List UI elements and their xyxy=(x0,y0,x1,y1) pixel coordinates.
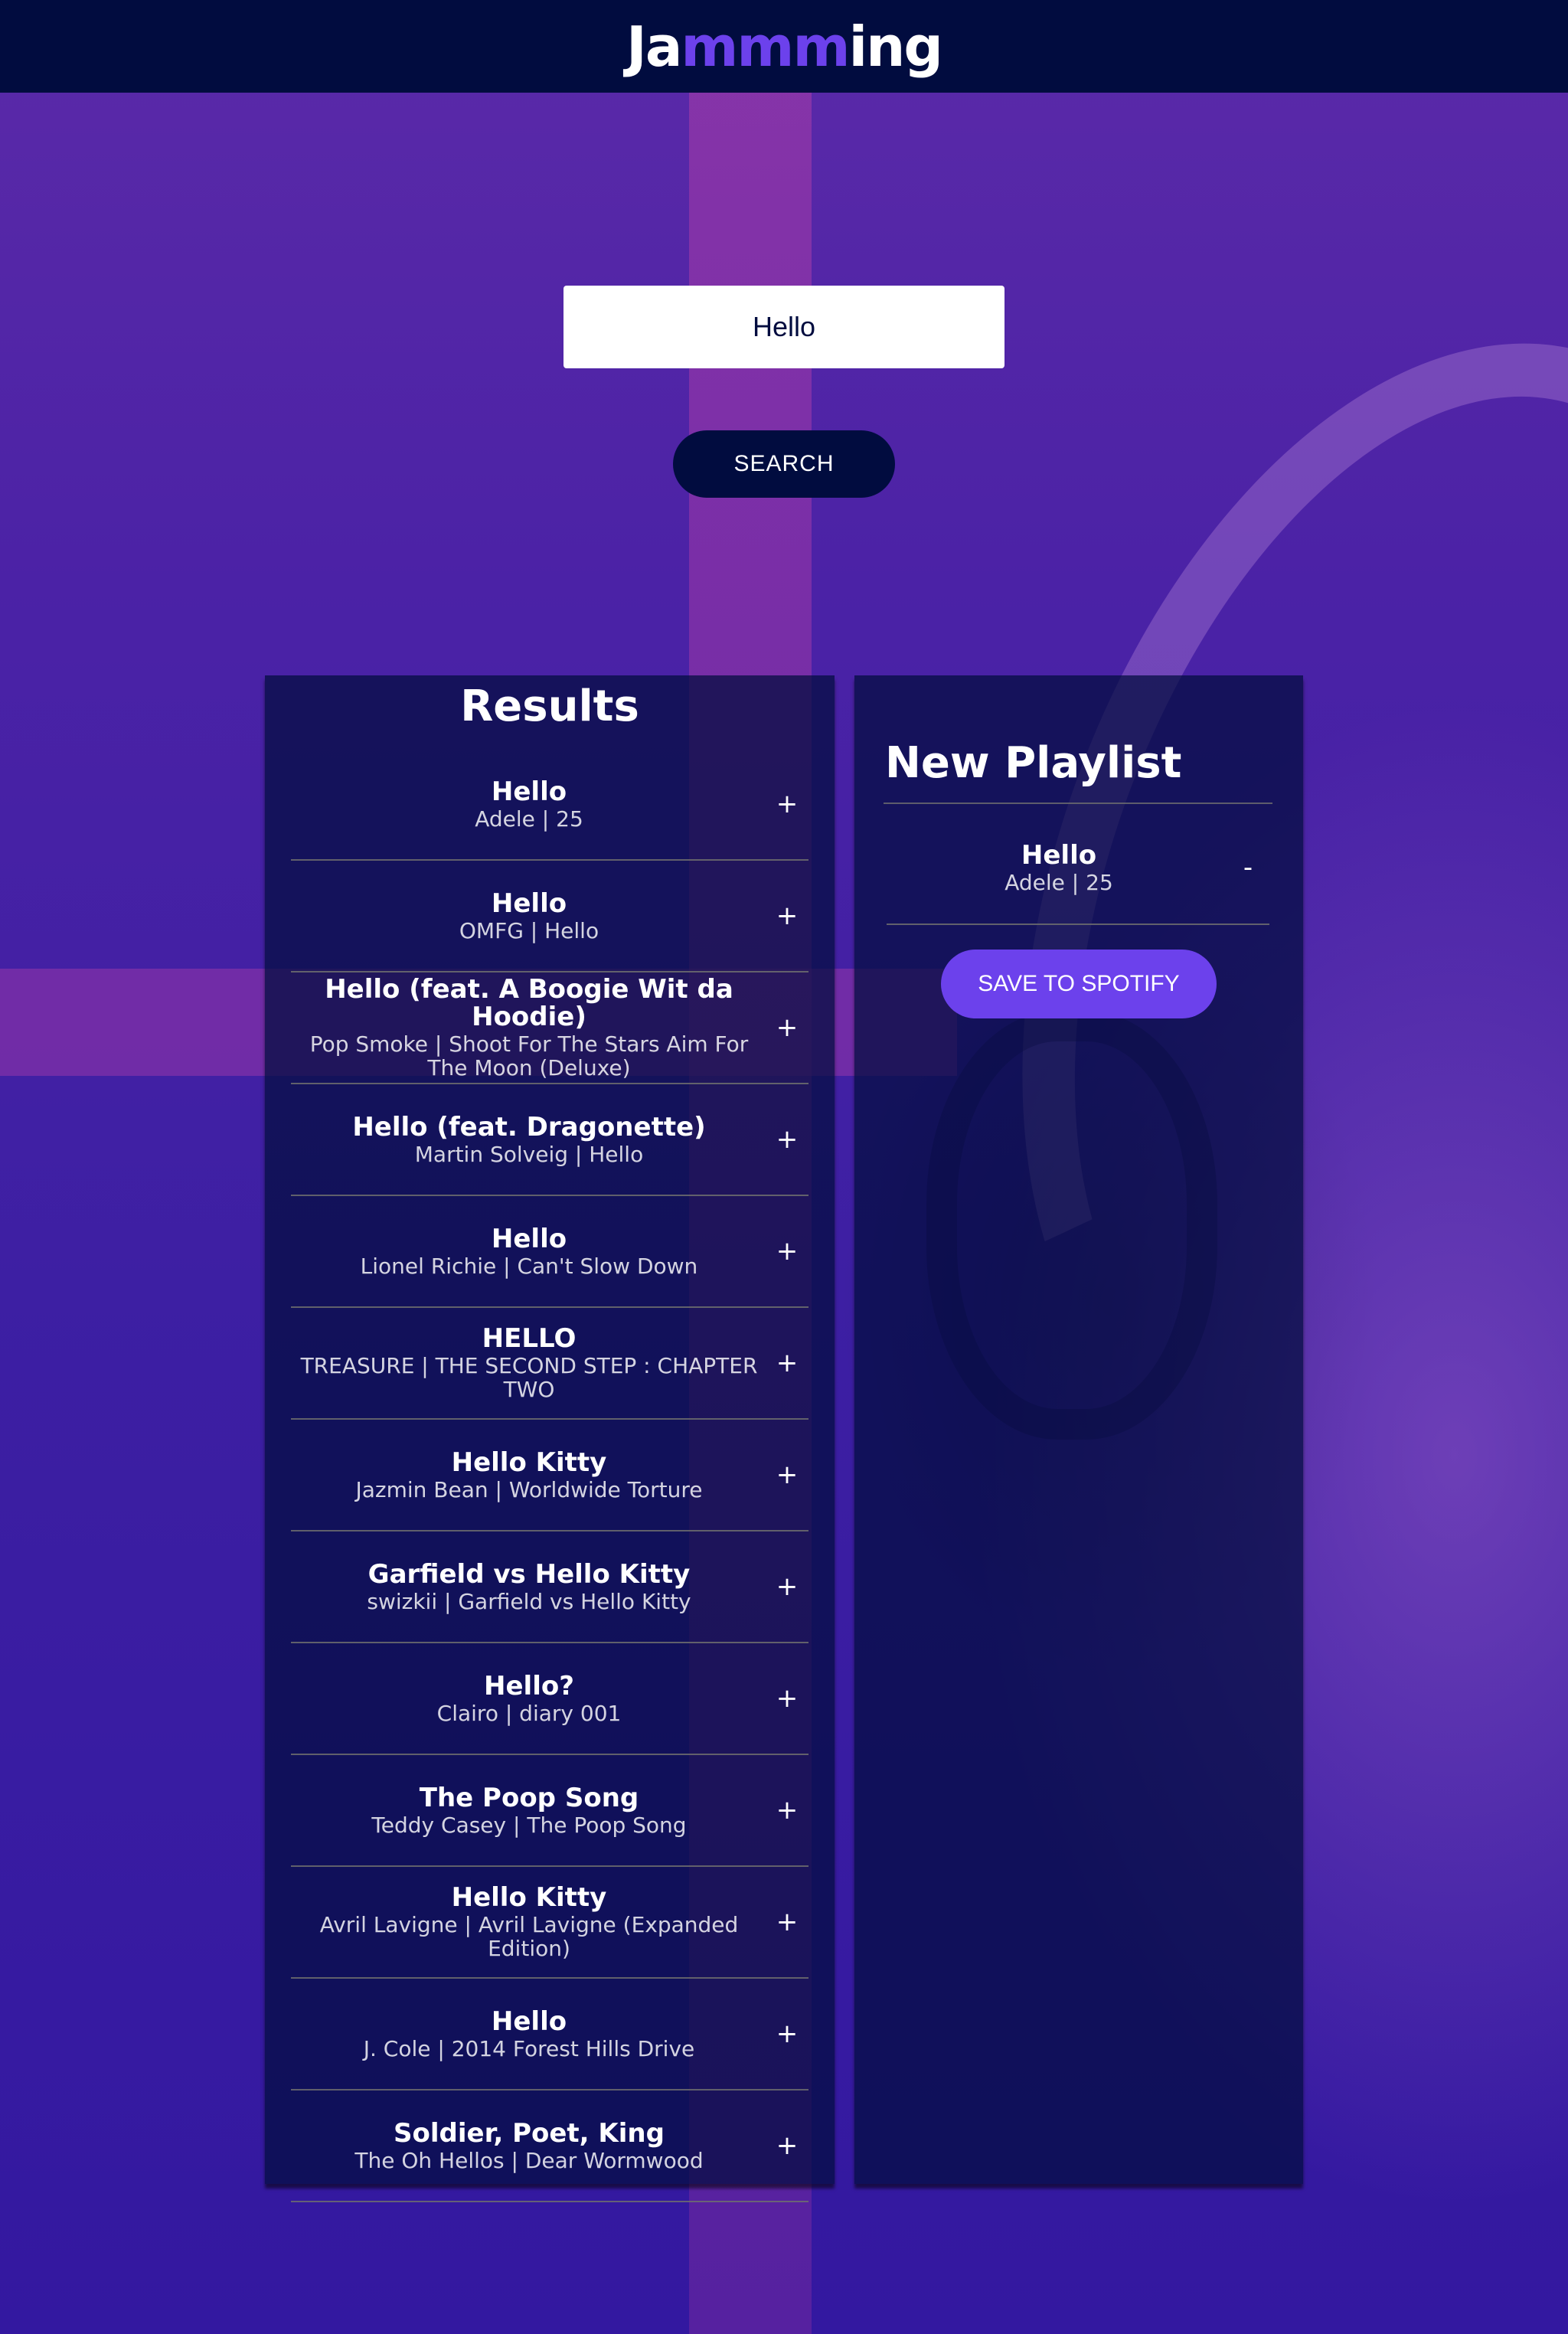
track-name: Hello (feat. A Boogie Wit da Hoodie) xyxy=(325,974,733,1032)
track-information: Hello (feat. A Boogie Wit da Hoodie) Pop … xyxy=(291,976,767,1080)
track-name: The Poop Song xyxy=(419,1782,639,1813)
playlist-name-input[interactable]: New Playlist xyxy=(885,738,1181,788)
playlist-title-divider xyxy=(884,803,1272,804)
track-row: Hello Lionel Richie | Can't Slow Down + xyxy=(291,1196,808,1308)
track-row: HELLO TREASURE | THE SECOND STEP : CHAPTE… xyxy=(291,1308,808,1420)
track-name: Hello xyxy=(491,1223,567,1254)
track-row: Hello? Clairo | diary 001 + xyxy=(291,1643,808,1755)
plus-icon[interactable]: + xyxy=(772,2127,802,2164)
plus-icon[interactable]: + xyxy=(772,1233,802,1270)
track-row: Hello (feat. Dragonette) Martin Solveig |… xyxy=(291,1084,808,1196)
plus-icon[interactable]: + xyxy=(772,1568,802,1605)
track-information: Hello? Clairo | diary 001 xyxy=(291,1672,767,1725)
plus-icon[interactable]: + xyxy=(772,1792,802,1829)
plus-icon[interactable]: + xyxy=(772,1680,802,1717)
plus-icon[interactable]: + xyxy=(772,786,802,822)
track-name: Hello xyxy=(491,776,567,807)
track-row: Hello Kitty Avril Lavigne | Avril Lavigne… xyxy=(291,1867,808,1979)
plus-icon[interactable]: + xyxy=(772,1009,802,1046)
track-information: Hello Adele | 25 xyxy=(887,842,1231,894)
search-input[interactable] xyxy=(564,286,1004,368)
track-artist-album: Martin Solveig | Hello xyxy=(414,1141,644,1167)
minus-icon[interactable]: - xyxy=(1233,849,1263,886)
plus-icon[interactable]: + xyxy=(772,1456,802,1493)
track-artist-album: Jazmin Bean | Worldwide Torture xyxy=(355,1476,703,1502)
track-row: Hello J. Cole | 2014 Forest Hills Drive + xyxy=(291,1979,808,2090)
track-name: Garfield vs Hello Kitty xyxy=(368,1558,691,1590)
track-information: The Poop Song Teddy Casey | The Poop Song xyxy=(291,1784,767,1837)
track-row: Garfield vs Hello Kitty swizkii | Garfiel… xyxy=(291,1531,808,1643)
plus-icon[interactable]: + xyxy=(772,1121,802,1158)
plus-icon[interactable]: + xyxy=(772,2015,802,2052)
plus-icon[interactable]: + xyxy=(772,1345,802,1381)
search-button[interactable]: SEARCH xyxy=(673,430,895,498)
track-name: Hello Kitty xyxy=(451,1446,607,1478)
track-artist-album: Lionel Richie | Can't Slow Down xyxy=(360,1253,698,1279)
logo-suffix: ing xyxy=(848,14,942,79)
track-artist-album: Adele | 25 xyxy=(1004,869,1113,895)
track-information: Hello J. Cole | 2014 Forest Hills Drive xyxy=(291,2008,767,2061)
track-information: Hello Kitty Jazmin Bean | Worldwide Tortu… xyxy=(291,1449,767,1502)
track-information: Hello Lionel Richie | Can't Slow Down xyxy=(291,1225,767,1278)
track-artist-album: The Oh Hellos | Dear Wormwood xyxy=(354,2147,704,2173)
track-row: Hello Adele | 25 + xyxy=(291,749,808,861)
track-artist-album: swizkii | Garfield vs Hello Kitty xyxy=(367,1588,691,1614)
track-name: Hello Kitty xyxy=(451,1882,607,1913)
track-row: Soldier, Poet, King The Oh Hellos | Dear … xyxy=(291,2090,808,2202)
logo-accent: mmm xyxy=(681,14,850,79)
track-row: The Poop Song Teddy Casey | The Poop Song… xyxy=(291,1755,808,1867)
plus-icon[interactable]: + xyxy=(772,1904,802,1940)
save-to-spotify-button[interactable]: SAVE TO SPOTIFY xyxy=(941,950,1217,1018)
track-information: Hello OMFG | Hello xyxy=(291,890,767,943)
playlist-track-list: Hello Adele | 25- xyxy=(887,812,1269,925)
track-artist-album: Teddy Casey | The Poop Song xyxy=(371,1812,687,1838)
track-name: Soldier, Poet, King xyxy=(394,2117,665,2149)
results-track-list: Hello Adele | 25 + Hello OMFG | Hello + Hello … xyxy=(291,749,808,2202)
playlist-panel: New Playlist Hello Adele | 25- SAVE TO SP… xyxy=(854,675,1303,2184)
track-artist-album: Adele | 25 xyxy=(475,806,583,832)
track-artist-album: Avril Lavigne | Avril Lavigne (Expanded … xyxy=(319,1912,739,1961)
track-name: HELLO xyxy=(482,1323,577,1354)
track-name: Hello xyxy=(1021,839,1097,871)
track-information: Hello Kitty Avril Lavigne | Avril Lavigne… xyxy=(291,1884,767,1960)
track-name: Hello xyxy=(491,2005,567,2037)
track-name: Hello xyxy=(491,888,567,919)
track-artist-album: TREASURE | THE SECOND STEP : CHAPTER TWO xyxy=(300,1353,758,1402)
plus-icon[interactable]: + xyxy=(772,897,802,934)
track-information: Hello (feat. Dragonette) Martin Solveig |… xyxy=(291,1113,767,1166)
track-row: Hello OMFG | Hello + xyxy=(291,861,808,972)
track-artist-album: Clairo | diary 001 xyxy=(436,1700,622,1726)
track-information: HELLO TREASURE | THE SECOND STEP : CHAPTE… xyxy=(291,1325,767,1401)
results-title: Results xyxy=(460,682,639,731)
track-name: Hello (feat. Dragonette) xyxy=(352,1111,706,1142)
track-artist-album: Pop Smoke | Shoot For The Stars Aim For … xyxy=(309,1031,749,1080)
track-information: Hello Adele | 25 xyxy=(291,778,767,831)
track-artist-album: OMFG | Hello xyxy=(459,917,599,943)
track-row: Hello (feat. A Boogie Wit da Hoodie) Pop … xyxy=(291,972,808,1084)
app-logo: Jammming xyxy=(626,14,943,79)
track-information: Garfield vs Hello Kitty swizkii | Garfiel… xyxy=(291,1561,767,1613)
track-information: Soldier, Poet, King The Oh Hellos | Dear … xyxy=(291,2120,767,2172)
results-panel: Results Hello Adele | 25 + Hello OMFG | Hell… xyxy=(265,675,835,2202)
track-row: Hello Adele | 25- xyxy=(887,812,1269,925)
app-header: Jammming xyxy=(0,0,1568,93)
track-row: Hello Kitty Jazmin Bean | Worldwide Tortu… xyxy=(291,1420,808,1531)
track-name: Hello? xyxy=(484,1670,574,1701)
track-artist-album: J. Cole | 2014 Forest Hills Drive xyxy=(363,2035,695,2061)
logo-prefix: Ja xyxy=(626,14,682,79)
